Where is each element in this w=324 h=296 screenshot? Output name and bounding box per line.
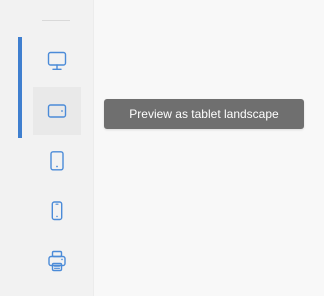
print-icon xyxy=(48,250,66,272)
active-device-indicator xyxy=(18,37,22,138)
device-preview-tooltip: Preview as tablet landscape xyxy=(104,99,304,129)
desktop-preview-button[interactable] xyxy=(33,37,81,85)
tablet-portrait-preview-button[interactable] xyxy=(33,137,81,185)
sidebar-divider xyxy=(42,20,70,21)
desktop-icon xyxy=(47,51,67,70)
tablet-landscape-preview-button[interactable] xyxy=(33,87,81,135)
device-preview-sidebar xyxy=(0,0,93,296)
mobile-icon xyxy=(51,201,63,221)
tablet-landscape-icon xyxy=(47,104,67,118)
tablet-portrait-icon xyxy=(50,151,64,171)
mobile-preview-button[interactable] xyxy=(33,187,81,235)
print-preview-button[interactable] xyxy=(33,237,81,285)
